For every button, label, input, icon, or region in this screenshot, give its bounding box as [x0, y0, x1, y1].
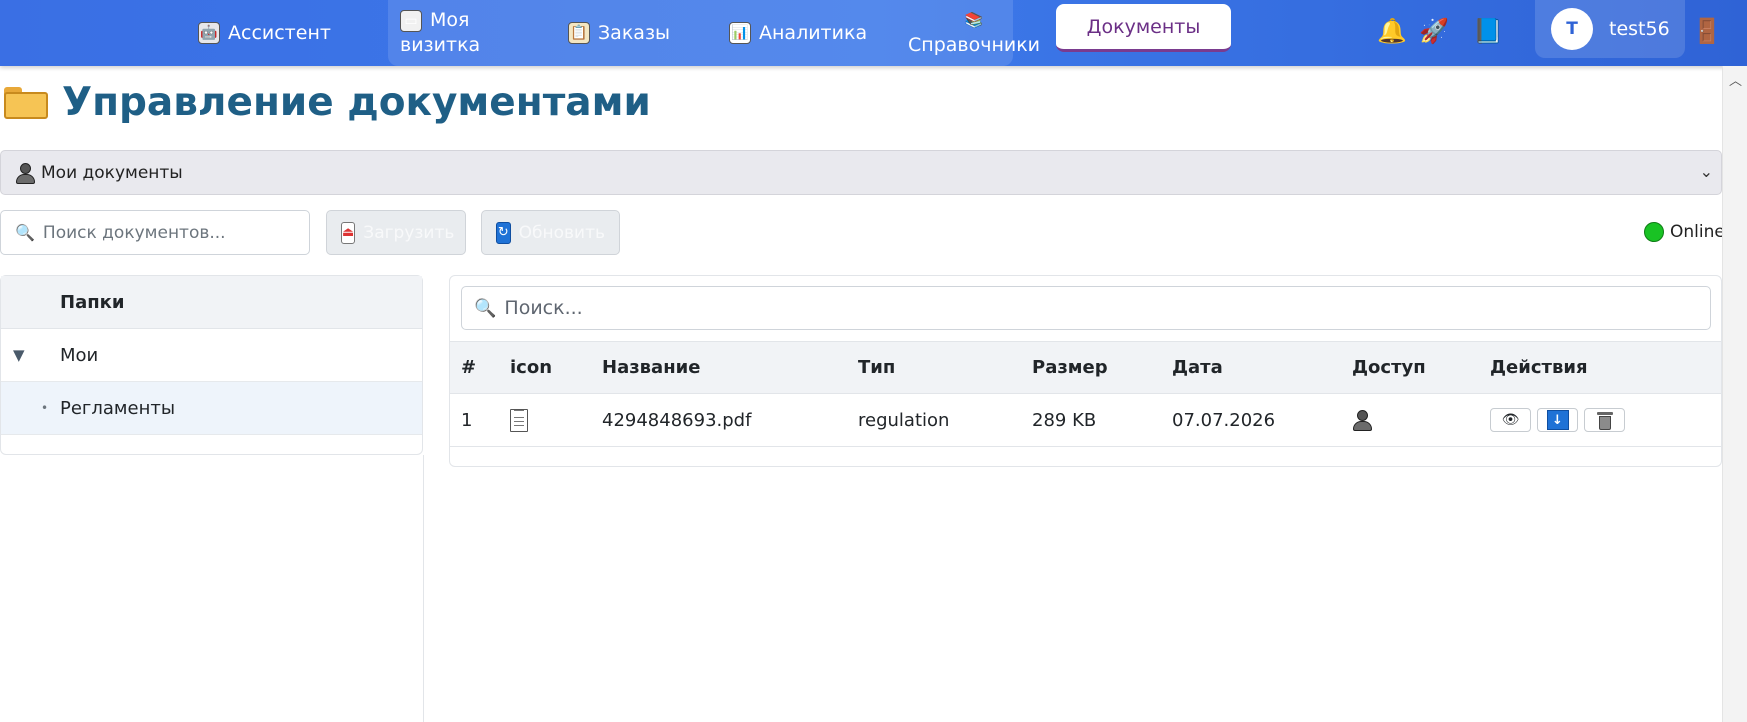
table-search-box: 🔍: [461, 286, 1711, 330]
scope-select[interactable]: Мои документы ⌄: [0, 150, 1722, 195]
nav-item-business-card[interactable]: ▭ Моя визитка: [400, 0, 480, 66]
nav-item-documents[interactable]: Документы: [1056, 4, 1231, 52]
book-icon[interactable]: 📘: [1473, 16, 1503, 46]
upload-icon: ⏏: [341, 221, 356, 244]
person-icon: [1352, 409, 1372, 431]
bullet-icon: •: [41, 401, 49, 415]
row-file-date: 07.07.2026: [1172, 409, 1276, 431]
download-icon: ↓: [1546, 410, 1569, 430]
document-search-input[interactable]: [42, 222, 293, 243]
refresh-icon: ↻: [496, 221, 511, 244]
documents-panel: 🔍 # icon Название Тип Размер Дата Доступ…: [449, 275, 1722, 467]
folder-item-my[interactable]: ▼ Мои: [1, 329, 422, 382]
top-navbar: 🤖 Ассистент ▭ Моя визитка 📋 Заказы 📊 Ана…: [0, 0, 1747, 66]
row-file-type: regulation: [858, 409, 950, 431]
vertical-scrollbar[interactable]: ︿: [1722, 66, 1747, 722]
trash-icon: [1596, 411, 1613, 430]
view-button[interactable]: 👁: [1490, 408, 1531, 432]
nav-item-business-card-label-2: визитка: [400, 34, 481, 56]
nav-item-business-card-label-1: Моя: [430, 9, 470, 32]
column-header-type[interactable]: Тип: [858, 342, 895, 393]
page-title: Управление документами: [62, 79, 651, 125]
column-header-date[interactable]: Дата: [1172, 342, 1223, 393]
row-file-name[interactable]: 4294848693.pdf: [602, 394, 751, 446]
avatar: T: [1551, 8, 1593, 50]
scope-select-value: Мои документы: [41, 162, 183, 183]
folders-panel: Папки ▼ Мои • Регламенты: [0, 275, 423, 455]
panel-divider[interactable]: [423, 455, 424, 722]
column-header-icon[interactable]: icon: [510, 342, 552, 393]
eye-icon: 👁: [1501, 412, 1520, 428]
refresh-button-label: Обновить: [518, 222, 605, 243]
download-button[interactable]: ↓: [1537, 408, 1578, 432]
row-file-size: 289 KB: [1032, 409, 1097, 431]
nav-item-references[interactable]: 📚 Справочники: [908, 0, 1040, 66]
table-row[interactable]: 1 4294848693.pdf regulation 289 KB 07.07…: [450, 394, 1721, 447]
bell-icon[interactable]: 🔔: [1377, 16, 1407, 46]
robot-icon: 🤖: [198, 22, 220, 44]
row-access-cell: [1352, 394, 1372, 446]
row-number: 1: [461, 409, 473, 431]
nav-item-orders-label: Заказы: [598, 22, 671, 44]
nav-item-orders[interactable]: 📋 Заказы: [568, 0, 670, 66]
column-header-name[interactable]: Название: [602, 342, 700, 393]
upload-button-label: Загрузить: [363, 222, 455, 243]
row-file-icon-cell: [510, 394, 528, 446]
chevron-down-icon: ⌄: [1699, 162, 1713, 181]
user-name: test56: [1609, 18, 1670, 40]
upload-button[interactable]: ⏏ Загрузить: [326, 210, 466, 255]
card-icon: ▭: [400, 9, 422, 32]
connection-status-label: Online: [1670, 222, 1725, 242]
column-header-access[interactable]: Доступ: [1352, 342, 1426, 393]
search-icon: 🔍: [15, 223, 35, 242]
nav-item-assistant-label: Ассистент: [228, 22, 331, 44]
nav-item-analytics[interactable]: 📊 Аналитика: [729, 0, 867, 66]
table-search-input[interactable]: [504, 297, 1685, 319]
connection-status: Online: [1644, 222, 1725, 242]
expand-toggle-icon[interactable]: ▼: [13, 346, 25, 364]
folder-item-label: Регламенты: [60, 397, 176, 419]
column-header-actions: Действия: [1490, 357, 1588, 378]
page-header: Управление документами: [4, 78, 651, 126]
scroll-up-icon[interactable]: ︿: [1729, 70, 1742, 89]
person-icon: [15, 162, 35, 184]
chart-icon: 📊: [729, 22, 751, 44]
document-search-box: 🔍: [0, 210, 310, 255]
folder-item-regulations[interactable]: • Регламенты: [1, 382, 422, 435]
table-header: # icon Название Тип Размер Дата Доступ Д…: [450, 341, 1721, 394]
column-header-number[interactable]: #: [461, 342, 476, 393]
folder-icon: [4, 85, 48, 119]
document-icon: [510, 408, 528, 432]
rocket-icon[interactable]: 🚀: [1419, 16, 1449, 46]
status-dot-icon: [1644, 222, 1664, 242]
folder-item-label: Мои: [60, 344, 99, 366]
books-icon: 📚: [964, 11, 984, 30]
refresh-button[interactable]: ↻ Обновить: [481, 210, 620, 255]
delete-button[interactable]: [1584, 408, 1625, 432]
nav-item-references-label: Справочники: [908, 33, 1041, 56]
search-icon: 🔍: [474, 297, 497, 319]
clipboard-icon: 📋: [568, 22, 590, 44]
door-icon[interactable]: 🚪: [1692, 16, 1722, 46]
nav-item-analytics-label: Аналитика: [759, 22, 868, 44]
column-header-size[interactable]: Размер: [1032, 342, 1108, 393]
folders-header: Папки: [1, 276, 422, 329]
nav-item-assistant[interactable]: 🤖 Ассистент: [198, 0, 331, 66]
user-menu[interactable]: T test56: [1535, 0, 1685, 58]
nav-item-documents-label: Документы: [1086, 15, 1201, 38]
row-actions: 👁 ↓: [1490, 394, 1625, 446]
